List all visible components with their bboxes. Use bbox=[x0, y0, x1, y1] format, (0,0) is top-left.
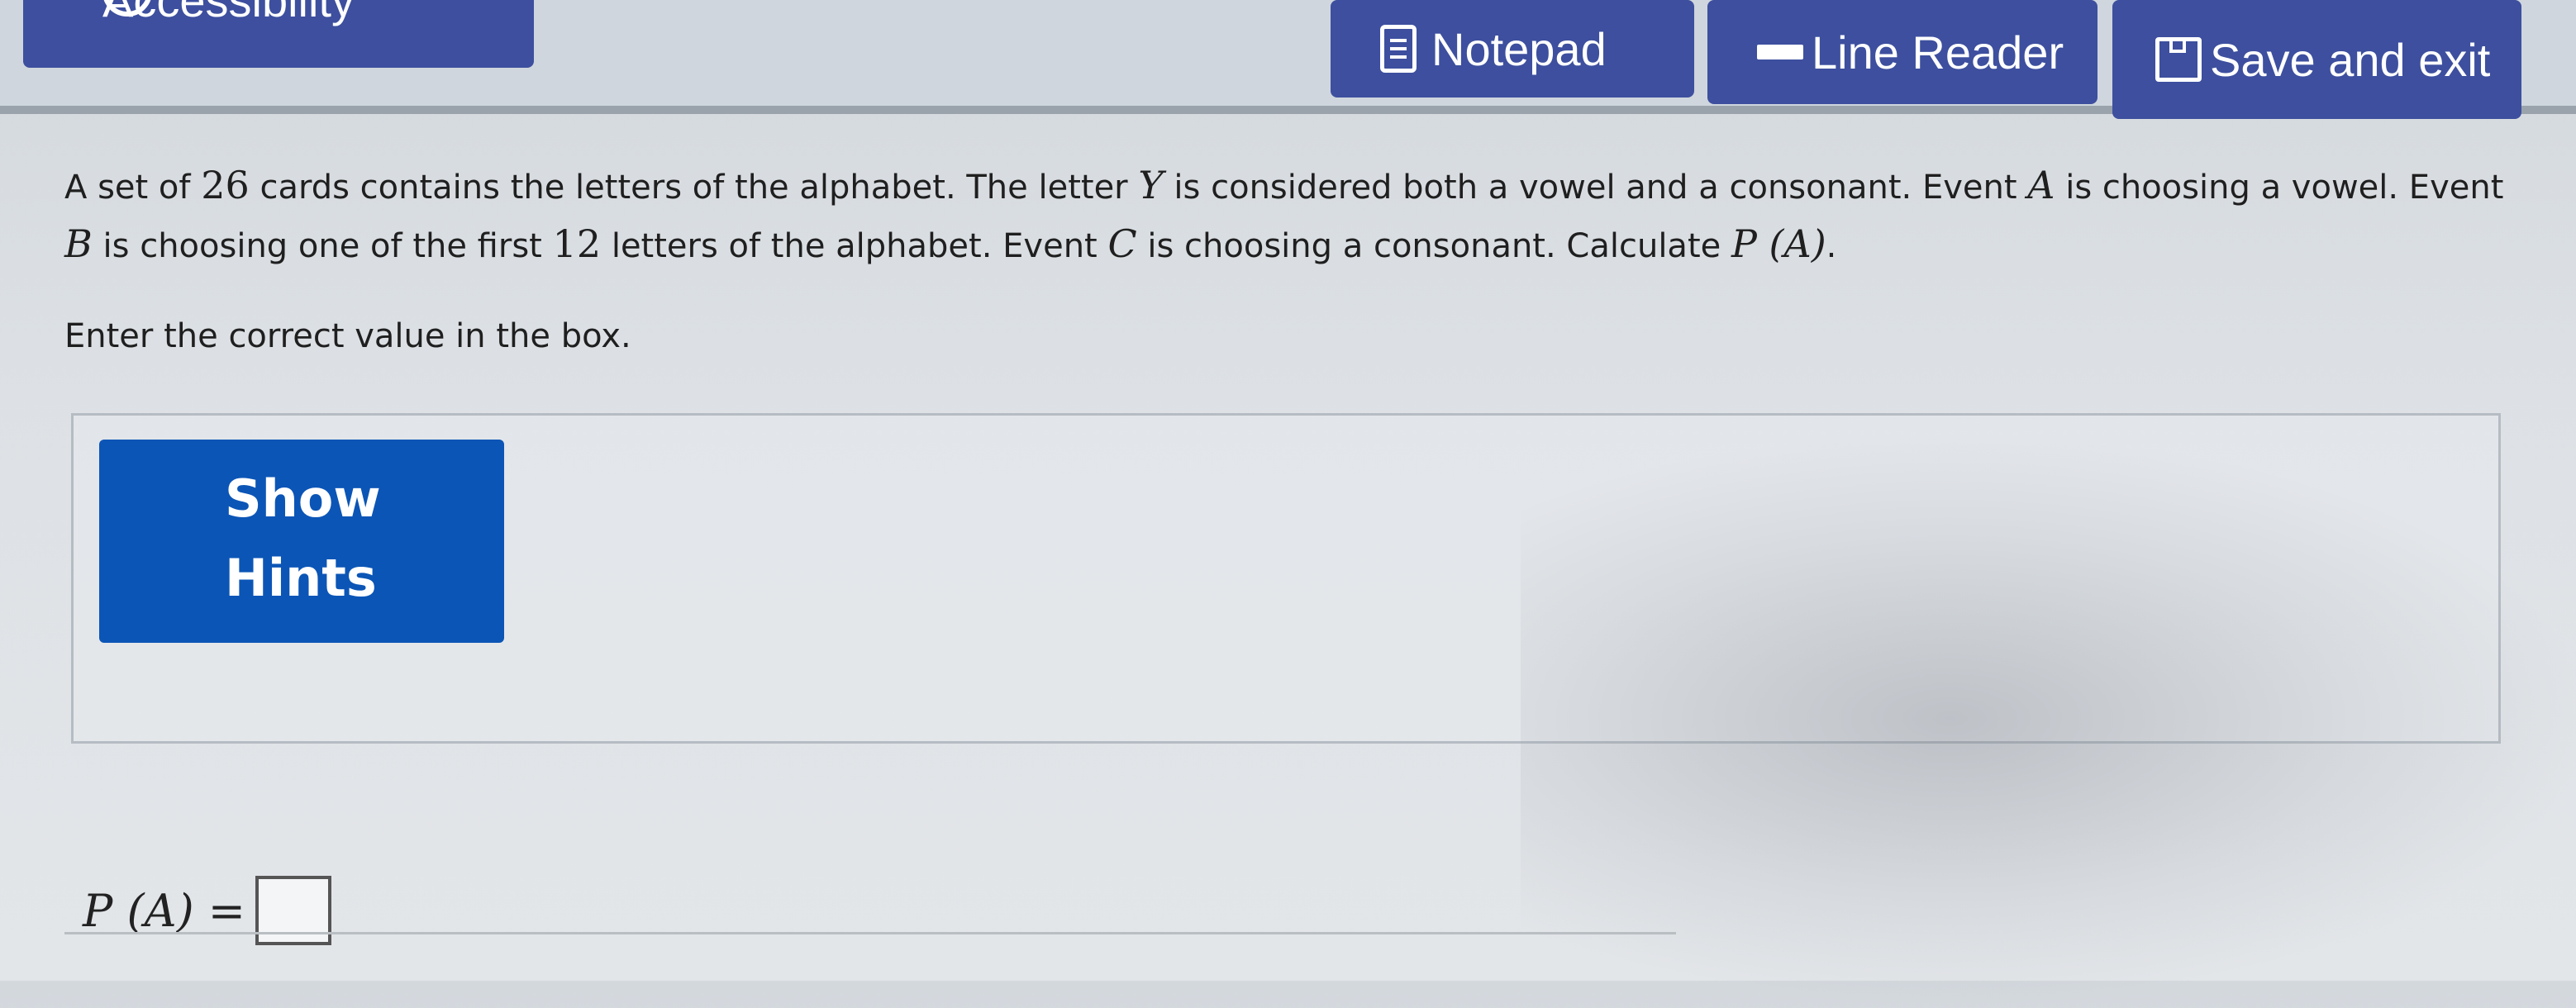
save-and-exit-button[interactable]: Save and exit bbox=[2112, 0, 2521, 119]
question-text: A set of 26 cards contains the letters o… bbox=[64, 163, 2504, 266]
answer-input[interactable] bbox=[255, 876, 332, 945]
save-and-exit-label: Save and exit bbox=[2210, 33, 2491, 86]
notepad-button[interactable]: Notepad bbox=[1331, 0, 1694, 97]
line-reader-button[interactable]: Line Reader bbox=[1707, 0, 2097, 104]
answer-row: P (A) = bbox=[83, 876, 332, 945]
show-hints-label-line2: Hints bbox=[225, 548, 377, 608]
show-hints-label-line1: Show bbox=[225, 468, 381, 529]
notepad-label: Notepad bbox=[1431, 22, 1607, 75]
answer-expression: P (A) = bbox=[83, 884, 246, 937]
save-icon bbox=[2155, 37, 2202, 82]
notepad-icon bbox=[1380, 25, 1417, 73]
accessibility-button[interactable]: Accessibility bbox=[23, 0, 534, 68]
instruction-text: Enter the correct value in the box. bbox=[64, 317, 631, 355]
line-reader-icon bbox=[1757, 45, 1803, 59]
line-reader-label: Line Reader bbox=[1812, 26, 2064, 78]
show-hints-button[interactable]: Show Hints bbox=[99, 440, 504, 643]
answer-underline bbox=[64, 932, 1676, 934]
